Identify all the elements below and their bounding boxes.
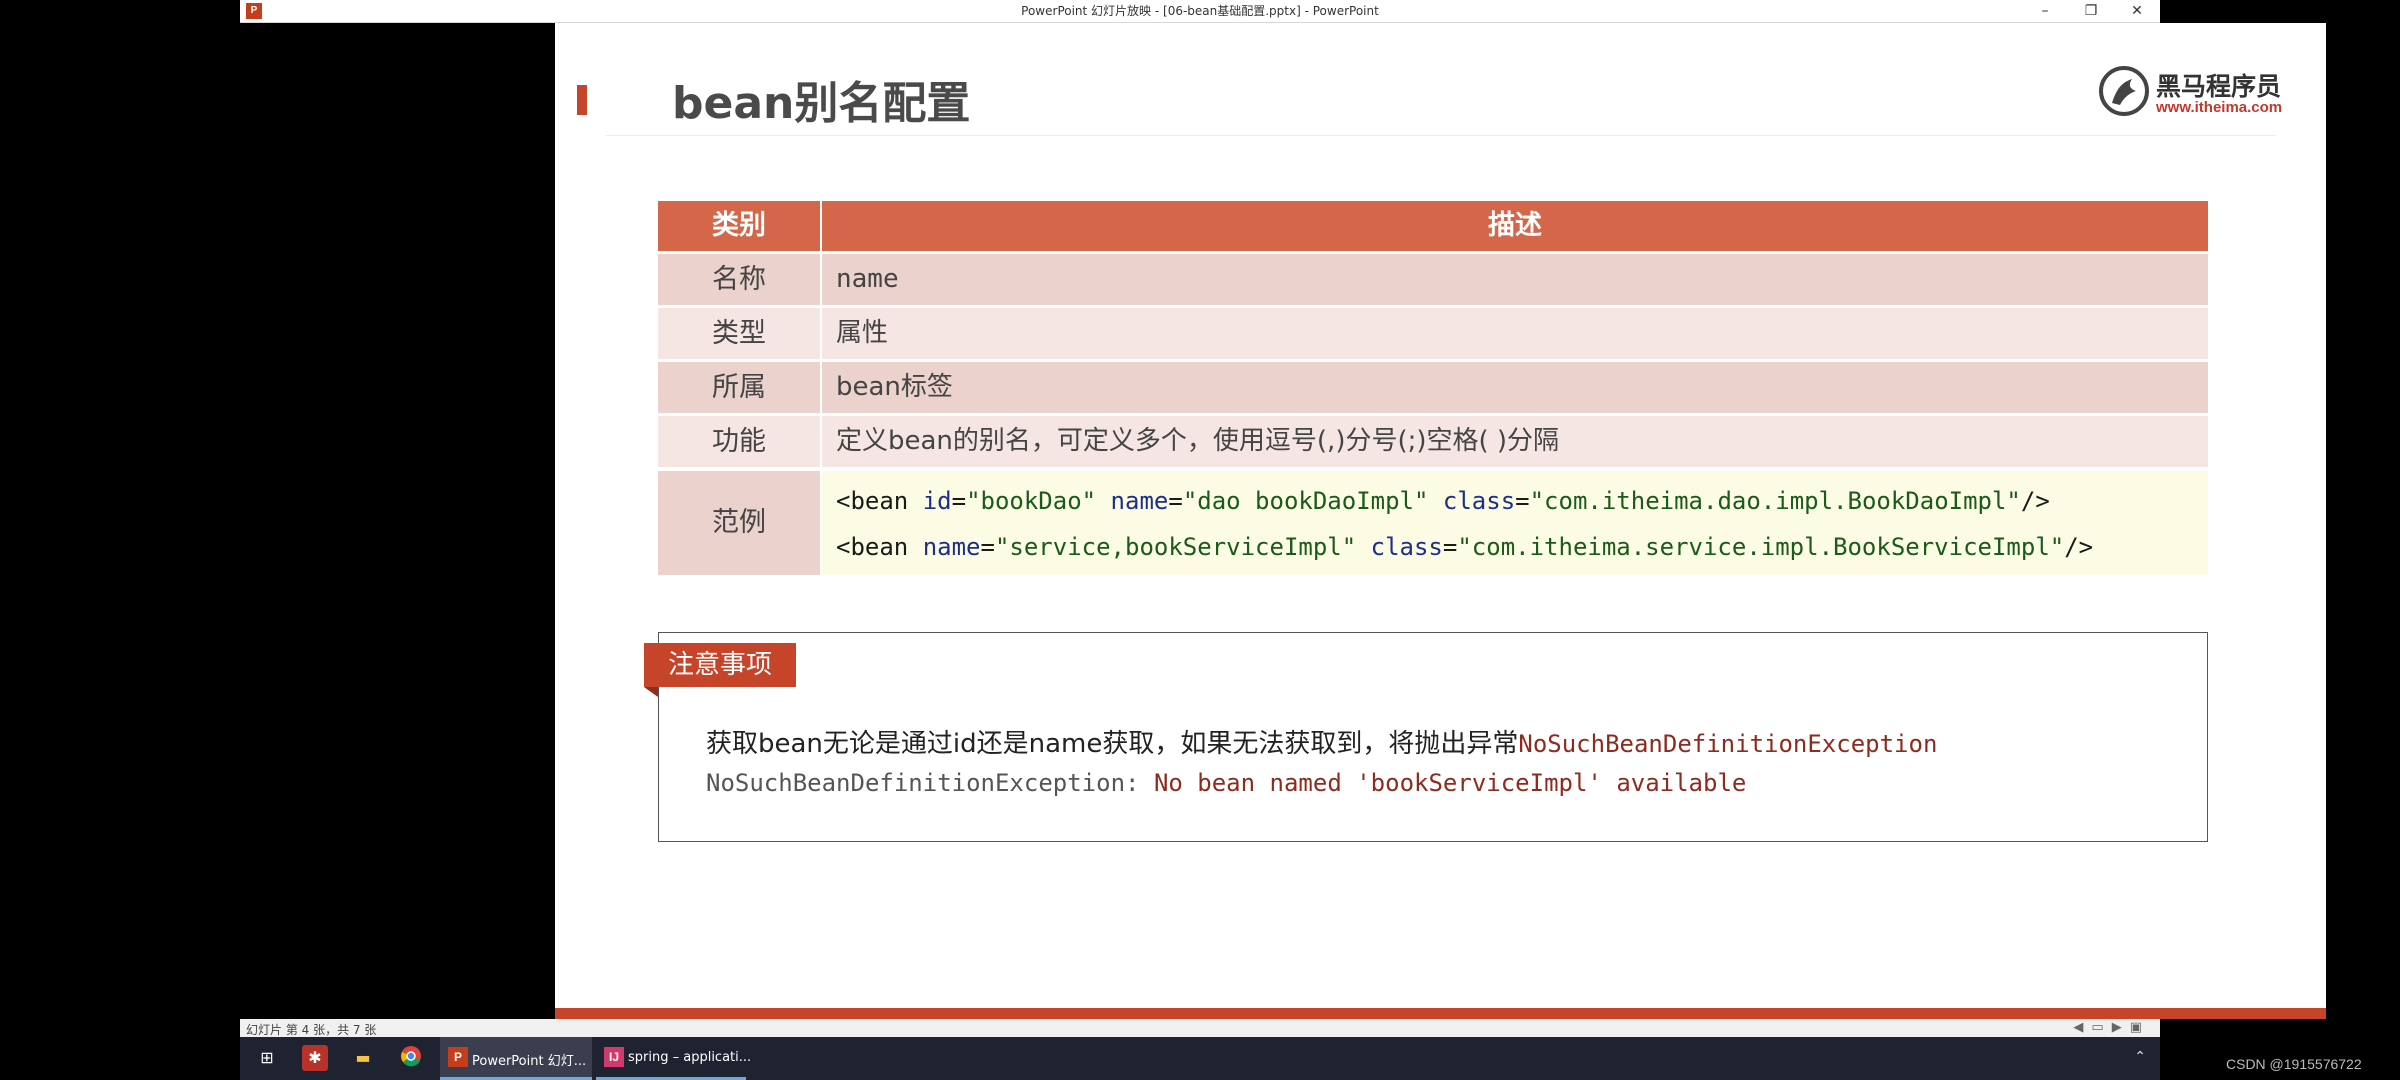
row-category: 类型 <box>658 308 820 359</box>
table-row-example: 范例 <bean id="bookDao" name="dao bookDaoI… <box>658 471 2208 575</box>
title-accent-bar <box>577 85 587 115</box>
status-bar: 幻灯片 第 4 张，共 7 张 ◀▭▶▣ <box>240 1019 2160 1037</box>
taskbar-item-powerpoint[interactable]: P PowerPoint 幻灯... <box>440 1037 592 1080</box>
error-prefix: NoSuchBeanDefinitionException: <box>706 769 1154 797</box>
table-row: 所属 bean标签 <box>658 362 2208 413</box>
title-divider <box>605 135 2276 136</box>
slideshow-icon[interactable]: ▣ <box>2130 1020 2150 1035</box>
error-message: No bean named 'bookServiceImpl' availabl… <box>1153 769 1747 797</box>
notice-exception: NoSuchBeanDefinitionException <box>1518 730 1938 758</box>
horse-logo-icon <box>2099 66 2149 116</box>
taskbar: ⊞ ✱ ▬ P PowerPoint 幻灯... IJ spring – app… <box>240 1037 2160 1080</box>
windows-start-icon[interactable]: ⊞ <box>254 1045 280 1071</box>
file-explorer-icon[interactable]: ▬ <box>350 1045 376 1071</box>
notice-error-line: NoSuchBeanDefinitionException: No bean n… <box>706 769 1746 797</box>
row-description: 属性 <box>822 308 2208 359</box>
prev-icon[interactable]: ◀ <box>2073 1020 2091 1035</box>
row-category: 所属 <box>658 362 820 413</box>
task-label: spring – applicati... <box>628 1050 752 1065</box>
notice-text: 获取bean无论是通过id还是name获取，如果无法获取到，将抛出异常NoSuc… <box>706 723 1937 760</box>
slide[interactable]: bean别名配置 黑马程序员 www.itheima.com 类别 描述 名称 … <box>555 23 2326 1019</box>
notice-tab: 注意事项 <box>644 643 796 687</box>
next-icon[interactable]: ▶ <box>2112 1020 2130 1035</box>
row-description: bean标签 <box>822 362 2208 413</box>
notice-sentence: 获取bean无论是通过id还是name获取，如果无法获取到，将抛出异常 <box>706 729 1519 759</box>
header-category: 类别 <box>658 201 820 251</box>
logo-url: www.itheima.com <box>2156 99 2283 116</box>
window-title: PowerPoint 幻灯片放映 - [06-bean基础配置.pptx] - … <box>1021 4 1379 18</box>
normal-view-icon[interactable]: ▭ <box>2091 1020 2111 1035</box>
watermark: CSDN @1915576722 <box>2226 1056 2362 1072</box>
table-row: 名称 name <box>658 254 2208 305</box>
logo-name: 黑马程序员 <box>2156 72 2282 101</box>
powerpoint-window: P PowerPoint 幻灯片放映 - [06-bean基础配置.pptx] … <box>240 0 2326 1055</box>
powerpoint-task-icon: P <box>448 1047 468 1067</box>
minimize-button[interactable]: – <box>2022 0 2068 22</box>
chrome-icon[interactable] <box>398 1045 424 1071</box>
row-description: name <box>822 254 2208 305</box>
close-button[interactable]: ✕ <box>2114 0 2160 22</box>
row-category: 范例 <box>658 471 820 575</box>
intellij-task-icon: IJ <box>604 1047 624 1067</box>
table-row: 功能 定义bean的别名，可定义多个，使用逗号(,)分号(;)空格( )分隔 <box>658 416 2208 467</box>
table-row: 类型 属性 <box>658 308 2208 359</box>
task-label: PowerPoint 幻灯... <box>472 1054 587 1069</box>
tray-chevron-icon[interactable]: ⌃ <box>2134 1049 2146 1065</box>
table-header-row: 类别 描述 <box>658 201 2208 251</box>
app-launcher-icon[interactable]: ✱ <box>302 1045 328 1071</box>
slide-counter: 幻灯片 第 4 张，共 7 张 <box>246 1023 377 1037</box>
taskbar-item-intellij[interactable]: IJ spring – applicati... <box>596 1037 751 1080</box>
code-line-2: <bean name="service,bookServiceImpl" cla… <box>836 533 2094 561</box>
row-category: 功能 <box>658 416 820 467</box>
chrome-logo-icon <box>401 1046 421 1067</box>
view-controls[interactable]: ◀▭▶▣ <box>2073 1020 2150 1035</box>
slide-title: bean别名配置 <box>672 78 971 129</box>
header-description: 描述 <box>822 201 2208 251</box>
code-line-1: <bean id="bookDao" name="dao bookDaoImpl… <box>836 487 2050 515</box>
title-bar[interactable]: P PowerPoint 幻灯片放映 - [06-bean基础配置.pptx] … <box>240 0 2160 23</box>
notice-tab-fold <box>644 687 658 697</box>
example-code: <bean id="bookDao" name="dao bookDaoImpl… <box>822 471 2208 575</box>
row-category: 名称 <box>658 254 820 305</box>
slide-footer-bar <box>555 1008 2326 1019</box>
itheima-logo: 黑马程序员 www.itheima.com <box>2098 63 2288 123</box>
restore-button[interactable]: ❐ <box>2068 0 2114 22</box>
row-description: 定义bean的别名，可定义多个，使用逗号(,)分号(;)空格( )分隔 <box>822 416 2208 467</box>
